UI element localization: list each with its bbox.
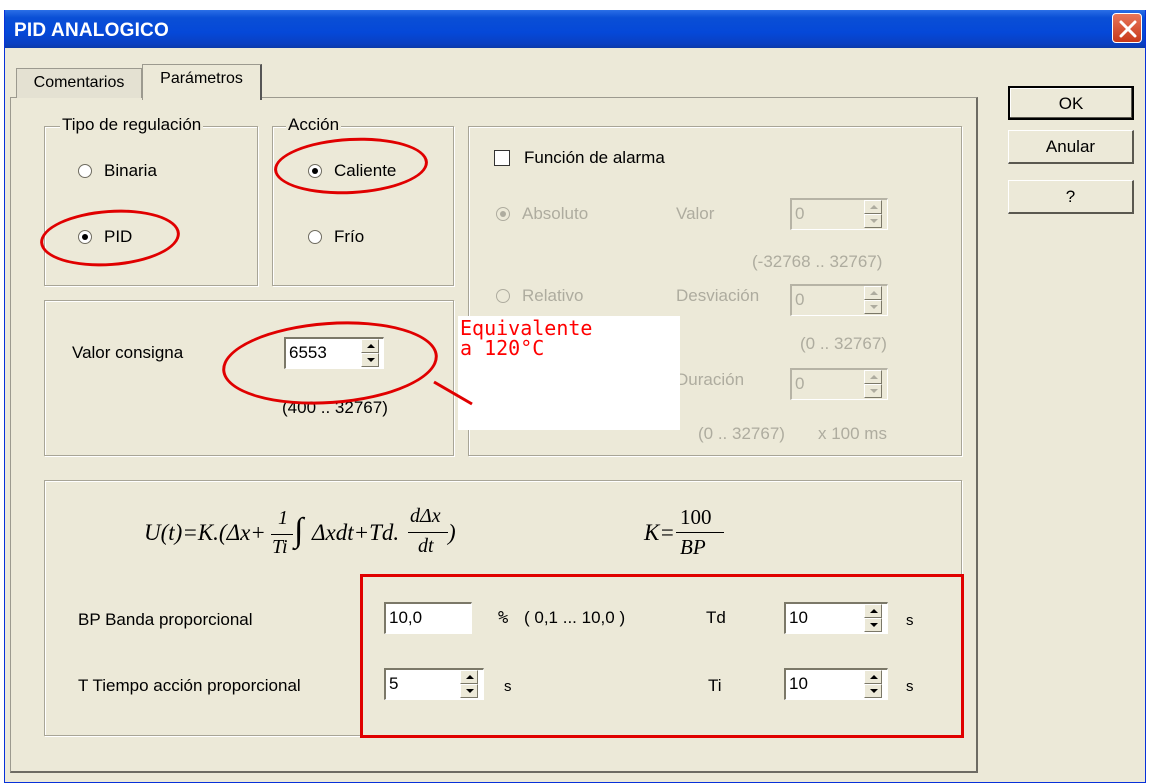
spin-up-icon[interactable] [864,200,882,214]
relativo-label[interactable]: Relativo [522,286,583,306]
regulation-type-legend: Tipo de regulación [60,115,204,135]
absoluto-label[interactable]: Absoluto [522,204,588,224]
annotation-text: Equivalente a 120°C [460,316,593,360]
spin-down-icon[interactable] [864,214,882,228]
formula-frac-den: Ti [272,536,288,558]
formula-k-num: 100 [680,505,712,529]
duracion-unit: x 100 ms [818,424,887,443]
binaria-radio[interactable] [78,164,92,178]
bp-label: BP Banda proporcional [78,610,253,629]
spin-down-icon[interactable] [864,384,882,398]
spin-up-icon[interactable] [864,286,882,300]
formula-close: ) [448,520,456,545]
valor-spinner[interactable] [864,200,882,228]
params-highlight-rect [360,574,964,738]
duracion-spinner[interactable] [864,370,882,398]
ok-button[interactable]: OK [1008,86,1134,120]
valor-range: (-32768 .. 32767) [752,252,883,271]
frio-label[interactable]: Frío [334,227,364,247]
setpoint-label: Valor consigna [72,343,184,362]
help-button[interactable]: ? [1008,180,1134,214]
spin-down-icon[interactable] [864,300,882,314]
desviacion-range: (0 .. 32767) [800,334,887,353]
formula-deriv-bar [408,532,448,533]
alarm-checkbox-label[interactable]: Función de alarma [524,148,665,168]
formula-deriv-num: dΔx [410,505,441,527]
spin-up-icon[interactable] [864,370,882,384]
formula-k-den: BP [680,535,706,559]
formula-frac-bar [271,534,293,535]
valor-label: Valor [676,204,715,223]
absoluto-radio[interactable] [496,207,510,221]
tab-parametros[interactable]: Parámetros [142,64,262,100]
cancel-button[interactable]: Anular [1008,130,1134,164]
formula-integral: ∫ [294,512,304,549]
formula-frac-num: 1 [278,507,288,529]
frio-radio[interactable] [308,230,322,244]
pid-formula: U(t)=K.(Δx+ [144,520,266,546]
alarm-checkbox[interactable] [494,150,510,166]
action-legend: Acción [286,115,342,135]
desviacion-spinner[interactable] [864,286,882,314]
close-button[interactable] [1112,13,1142,43]
title-bar[interactable] [5,10,1145,48]
formula-k-lhs: K= [644,520,675,545]
t-label: T Tiempo acción proporcional [78,676,301,695]
desviacion-label: Desviación [676,286,760,305]
window-title: PID ANALOGICO [14,20,169,41]
duracion-range: (0 .. 32767) [698,424,785,443]
duracion-label: Duración [676,370,745,389]
formula-middle: Δxdt+Td. [312,520,400,545]
close-icon [1119,20,1137,38]
binaria-label[interactable]: Binaria [104,161,157,181]
relativo-radio[interactable] [496,289,510,303]
formula-deriv-den: dt [418,535,434,557]
formula-lhs: U(t)=K.(Δx+ [144,520,266,545]
formula-k-bar [676,532,724,533]
tab-comentarios[interactable]: Comentarios [16,68,142,98]
